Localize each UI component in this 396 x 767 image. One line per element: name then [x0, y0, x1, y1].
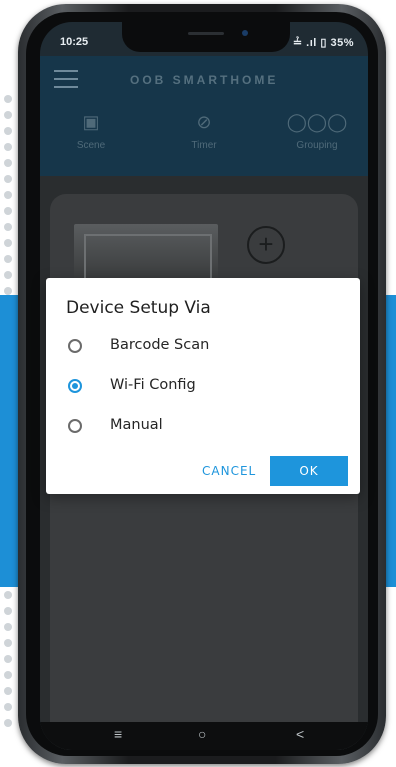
status-bar: 10:25 ≟ .ıl ▯ 35% [40, 22, 368, 56]
edge-dot [4, 671, 12, 679]
edge-dot [4, 175, 12, 183]
edge-dot [4, 623, 12, 631]
tab-label: Timer [191, 140, 217, 151]
add-scene-plus-icon[interactable]: + [247, 226, 285, 264]
edge-dot [4, 207, 12, 215]
radio-button-icon[interactable] [68, 419, 82, 433]
edge-dot [4, 719, 12, 727]
edge-dot [4, 95, 12, 103]
grouping-icon: ◯◯◯ [286, 112, 348, 132]
speaker-grille [188, 32, 224, 35]
app-bar: OOB SMARTHOME [40, 56, 368, 104]
android-nav-bar: ≡ ○ < [40, 722, 368, 750]
status-indicators: ≟ .ıl ▯ 35% [292, 37, 354, 49]
option-manual[interactable]: Manual [66, 416, 336, 440]
edge-dot [4, 127, 12, 135]
edge-dot [4, 655, 12, 663]
radio-button-icon[interactable] [68, 339, 82, 353]
option-label: Wi-Fi Config [110, 377, 196, 393]
radio-button-selected-icon[interactable] [68, 379, 82, 393]
dialog-title: Device Setup Via [66, 298, 211, 318]
tab-label: Scene [76, 140, 106, 151]
device-setup-dialog: Device Setup Via Barcode Scan Wi-Fi Conf… [46, 278, 360, 494]
screenshot-stage: 10:25 ≟ .ıl ▯ 35% OOB SMARTHOME ▣ Scene … [0, 0, 396, 767]
tab-scene[interactable]: ▣ Scene [46, 112, 136, 151]
edge-dot [4, 591, 12, 599]
option-barcode-scan[interactable]: Barcode Scan [66, 336, 336, 360]
top-tabs: ▣ Scene ⊘ Timer ◯◯◯ Grouping [40, 104, 368, 176]
notch [122, 22, 290, 52]
edge-dot [4, 223, 12, 231]
edge-dot [4, 639, 12, 647]
recent-apps-icon[interactable]: ≡ [114, 726, 122, 742]
tab-timer[interactable]: ⊘ Timer [159, 112, 249, 151]
front-camera [242, 30, 248, 36]
option-label: Barcode Scan [110, 337, 210, 353]
ok-button[interactable]: OK [270, 456, 348, 486]
app-title: OOB SMARTHOME [130, 73, 279, 87]
edge-dot [4, 111, 12, 119]
option-label: Manual [110, 417, 163, 433]
back-icon[interactable]: < [296, 726, 304, 742]
edge-dot [4, 271, 12, 279]
edge-dot [4, 191, 12, 199]
edge-dot [4, 239, 12, 247]
hamburger-menu-icon[interactable] [54, 70, 78, 88]
edge-dot [4, 159, 12, 167]
scene-icon: ▣ [82, 112, 100, 132]
status-time: 10:25 [60, 36, 89, 48]
tab-label: Grouping [296, 140, 338, 151]
edge-dot [4, 287, 12, 295]
tab-grouping[interactable]: ◯◯◯ Grouping [272, 112, 362, 151]
option-wifi-config[interactable]: Wi-Fi Config [66, 376, 336, 400]
home-icon[interactable]: ○ [198, 726, 206, 742]
timer-icon: ⊘ [196, 112, 212, 132]
edge-dot [4, 607, 12, 615]
edge-dot [4, 703, 12, 711]
edge-dot [4, 687, 12, 695]
edge-dot [4, 143, 12, 151]
edge-dot [4, 255, 12, 263]
cancel-button[interactable]: CANCEL [202, 464, 256, 478]
